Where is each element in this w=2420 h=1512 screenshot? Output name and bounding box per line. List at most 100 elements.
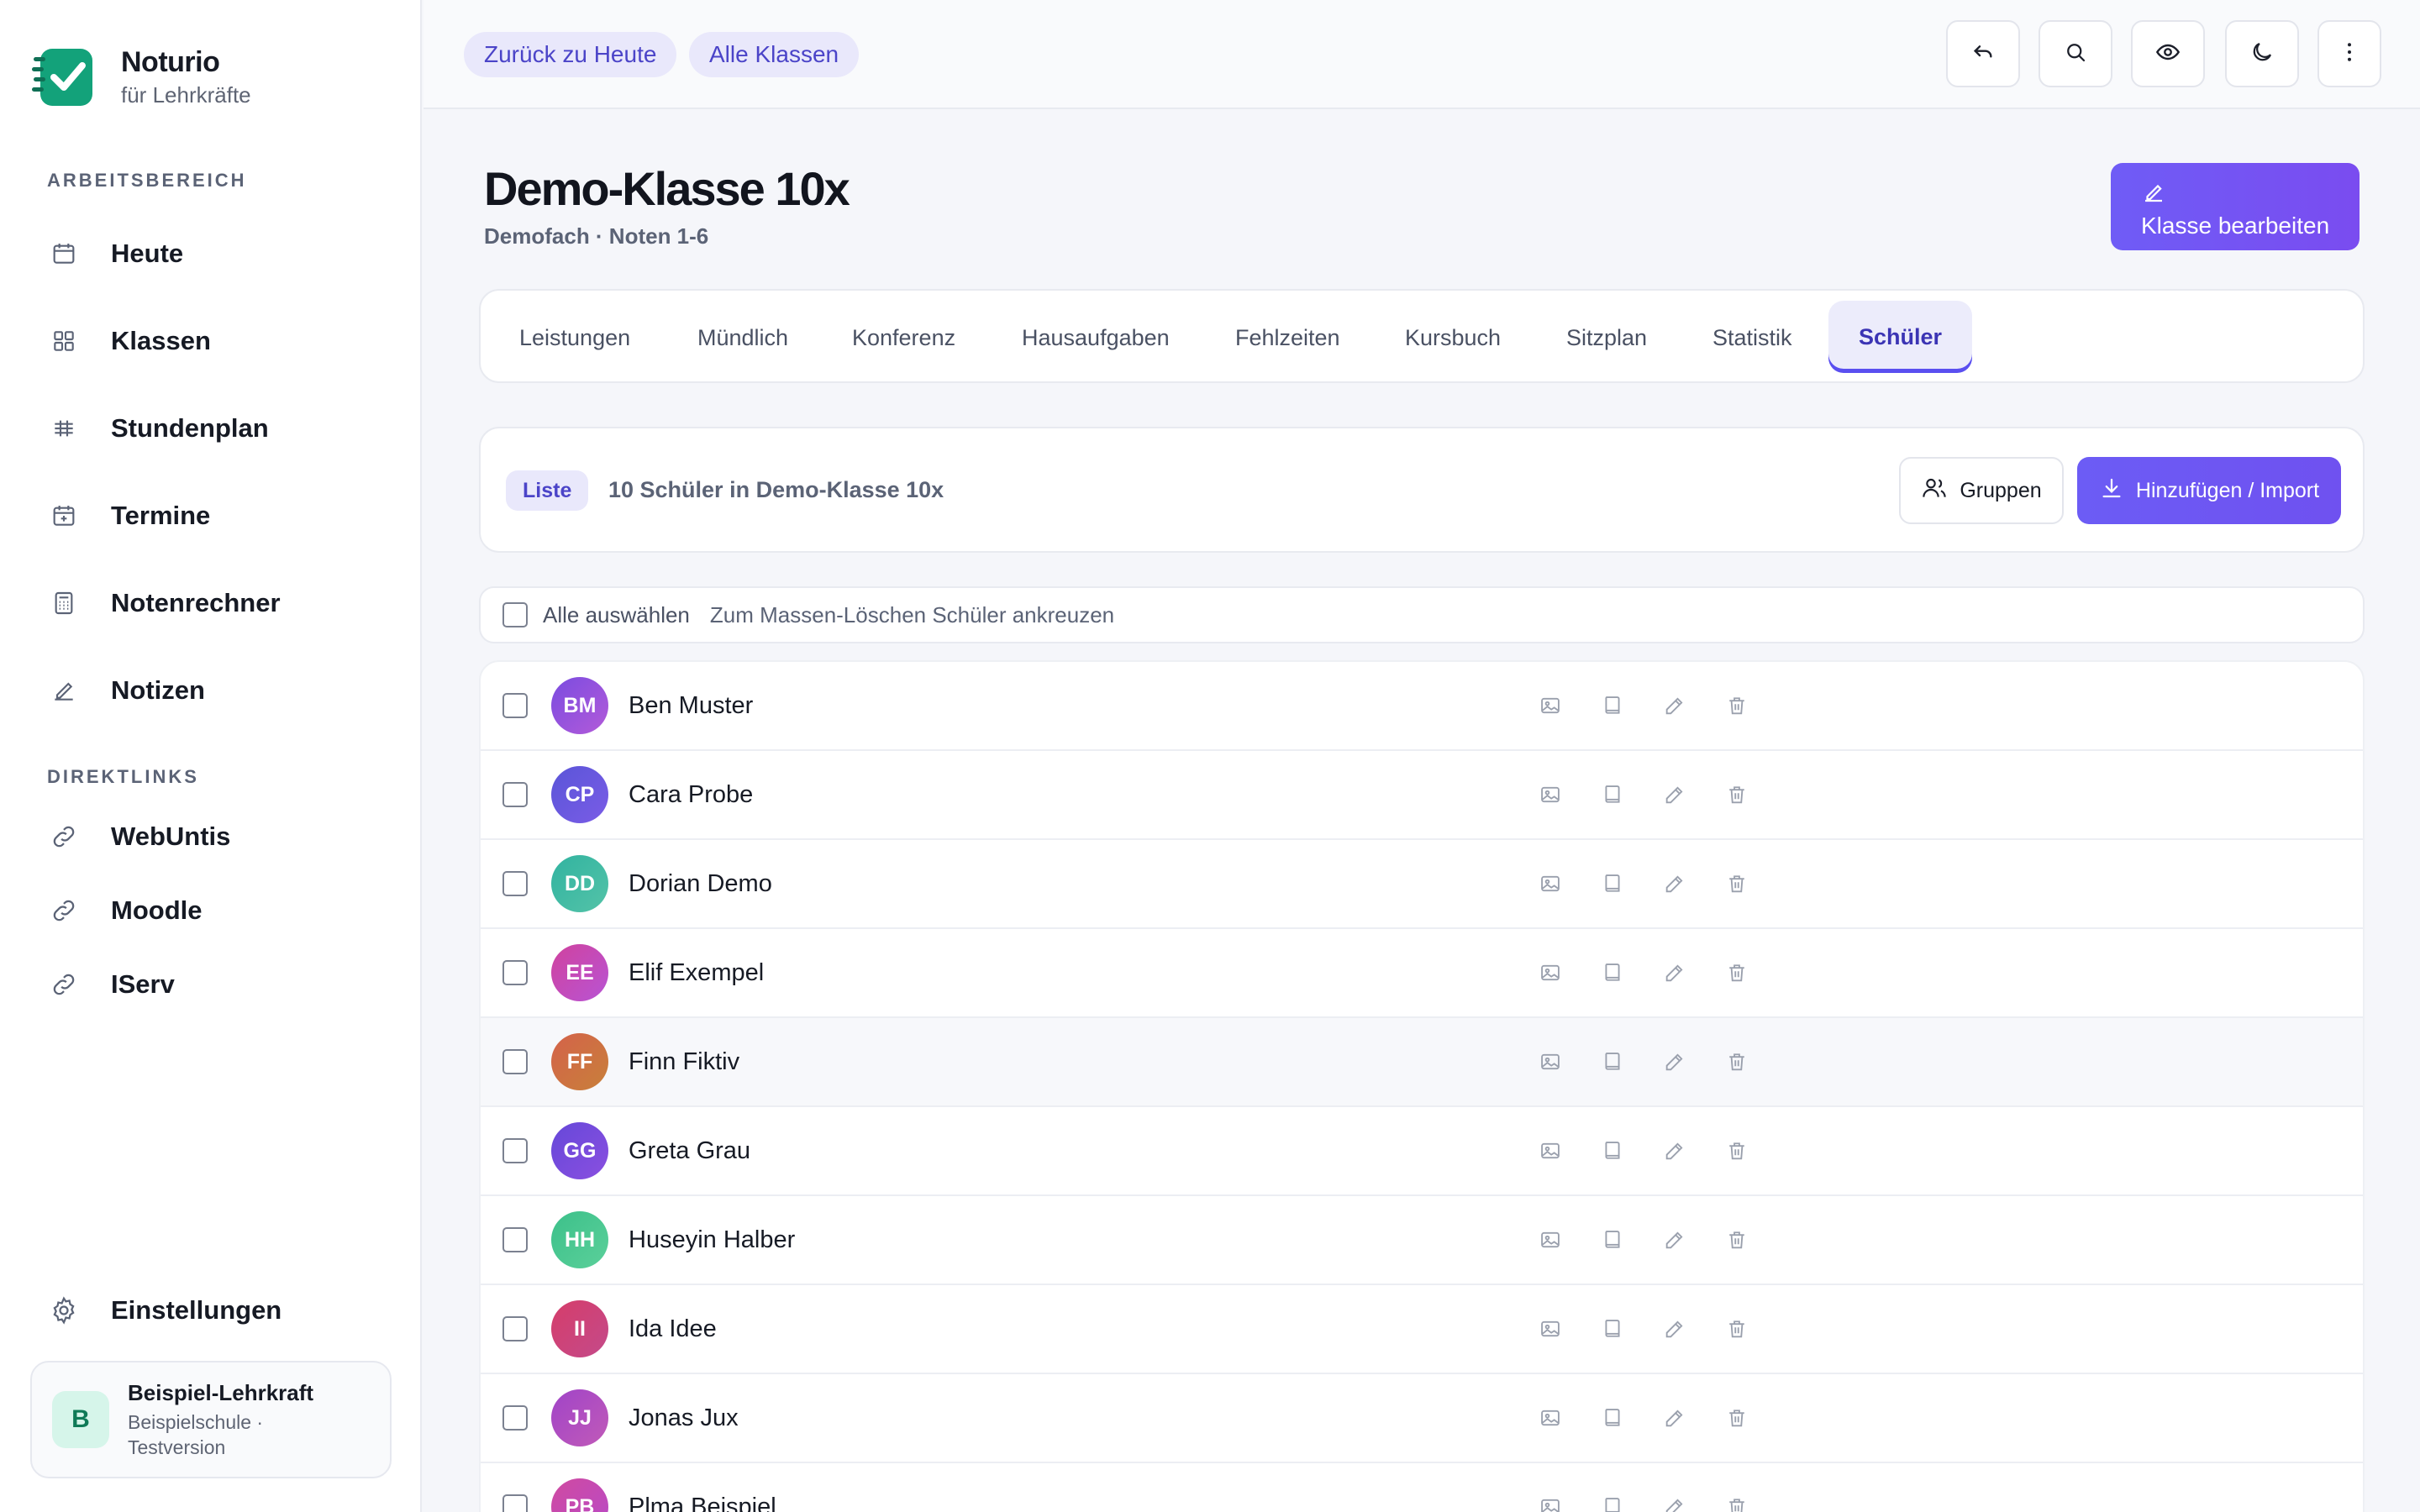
- edit-icon[interactable]: [1660, 1493, 1689, 1512]
- tab-hausaufgaben[interactable]: Hausaufgaben: [1022, 291, 1170, 385]
- book-icon[interactable]: [1598, 691, 1627, 720]
- tab-kursbuch[interactable]: Kursbuch: [1405, 291, 1501, 385]
- preview-button[interactable]: [2131, 20, 2205, 87]
- image-icon[interactable]: [1536, 869, 1565, 898]
- student-name[interactable]: Ben Muster: [629, 692, 753, 720]
- student-name[interactable]: Cara Probe: [629, 781, 753, 809]
- tab-muendlich[interactable]: Mündlich: [697, 291, 788, 385]
- back-to-today-button[interactable]: Zurück zu Heute: [464, 32, 677, 77]
- student-name[interactable]: Finn Fiktiv: [629, 1048, 739, 1076]
- dark-mode-button[interactable]: [2225, 20, 2299, 87]
- image-icon[interactable]: [1536, 1404, 1565, 1432]
- trash-icon[interactable]: [1723, 1047, 1751, 1076]
- book-icon[interactable]: [1598, 1137, 1627, 1165]
- undo-button[interactable]: [1946, 20, 2020, 87]
- tab-statistik[interactable]: Statistik: [1712, 291, 1792, 385]
- brand[interactable]: Noturio für Lehrkräfte: [30, 45, 251, 109]
- more-menu-button[interactable]: [2317, 20, 2381, 87]
- student-name[interactable]: Dorian Demo: [629, 870, 772, 898]
- student-name[interactable]: Ida Idee: [629, 1315, 717, 1343]
- tab-schueler[interactable]: Schüler: [1828, 301, 1973, 373]
- all-classes-button[interactable]: Alle Klassen: [689, 32, 860, 77]
- image-icon[interactable]: [1536, 1315, 1565, 1343]
- sidebar-item-heute[interactable]: Heute: [47, 228, 392, 279]
- trash-icon[interactable]: [1723, 1493, 1751, 1512]
- table-row[interactable]: FF Finn Fiktiv: [481, 1018, 2363, 1107]
- book-icon[interactable]: [1598, 1226, 1627, 1254]
- sidebar-item-stundenplan[interactable]: Stundenplan: [47, 403, 392, 454]
- trash-icon[interactable]: [1723, 1404, 1751, 1432]
- table-row[interactable]: BM Ben Muster: [481, 662, 2363, 751]
- image-icon[interactable]: [1536, 1047, 1565, 1076]
- sidebar-item-notenrechner[interactable]: Notenrechner: [47, 578, 392, 628]
- image-icon[interactable]: [1536, 958, 1565, 987]
- table-row[interactable]: HH Huseyin Halber: [481, 1196, 2363, 1285]
- sidebar-link-moodle[interactable]: Moodle: [47, 885, 392, 936]
- row-checkbox[interactable]: [502, 1494, 528, 1512]
- book-icon[interactable]: [1598, 1493, 1627, 1512]
- student-name[interactable]: Greta Grau: [629, 1137, 750, 1165]
- trash-icon[interactable]: [1723, 780, 1751, 809]
- image-icon[interactable]: [1536, 691, 1565, 720]
- trash-icon[interactable]: [1723, 1315, 1751, 1343]
- tab-fehlzeiten[interactable]: Fehlzeiten: [1235, 291, 1340, 385]
- table-row[interactable]: JJ Jonas Jux: [481, 1374, 2363, 1463]
- trash-icon[interactable]: [1723, 691, 1751, 720]
- table-row[interactable]: DD Dorian Demo: [481, 840, 2363, 929]
- edit-icon[interactable]: [1660, 780, 1689, 809]
- row-checkbox[interactable]: [502, 782, 528, 807]
- book-icon[interactable]: [1598, 958, 1627, 987]
- table-row[interactable]: EE Elif Exempel: [481, 929, 2363, 1018]
- edit-icon[interactable]: [1660, 1315, 1689, 1343]
- row-checkbox[interactable]: [502, 1049, 528, 1074]
- student-name[interactable]: Huseyin Halber: [629, 1226, 795, 1254]
- select-all-label[interactable]: Alle auswählen: [543, 602, 690, 628]
- edit-icon[interactable]: [1660, 1047, 1689, 1076]
- user-card[interactable]: B Beispiel-Lehrkraft Beispielschule · Te…: [30, 1361, 392, 1478]
- table-row[interactable]: II Ida Idee: [481, 1285, 2363, 1374]
- student-name[interactable]: Elif Exempel: [629, 959, 764, 987]
- sidebar-item-einstellungen[interactable]: Einstellungen: [47, 1285, 392, 1336]
- image-icon[interactable]: [1536, 1226, 1565, 1254]
- edit-icon[interactable]: [1660, 691, 1689, 720]
- student-name[interactable]: Jonas Jux: [629, 1404, 739, 1432]
- groups-button[interactable]: Gruppen: [1899, 457, 2064, 524]
- row-checkbox[interactable]: [502, 871, 528, 896]
- book-icon[interactable]: [1598, 780, 1627, 809]
- trash-icon[interactable]: [1723, 1226, 1751, 1254]
- book-icon[interactable]: [1598, 1047, 1627, 1076]
- row-checkbox[interactable]: [502, 1138, 528, 1163]
- row-checkbox[interactable]: [502, 1316, 528, 1341]
- tab-sitzplan[interactable]: Sitzplan: [1566, 291, 1647, 385]
- edit-icon[interactable]: [1660, 1404, 1689, 1432]
- row-checkbox[interactable]: [502, 1227, 528, 1252]
- sidebar-link-webuntis[interactable]: WebUntis: [47, 811, 392, 862]
- edit-icon[interactable]: [1660, 1226, 1689, 1254]
- edit-class-button[interactable]: Klasse bearbeiten: [2111, 163, 2360, 250]
- image-icon[interactable]: [1536, 1493, 1565, 1512]
- sidebar-item-termine[interactable]: Termine: [47, 491, 392, 541]
- table-row[interactable]: CP Cara Probe: [481, 751, 2363, 840]
- book-icon[interactable]: [1598, 1315, 1627, 1343]
- search-button[interactable]: [2039, 20, 2112, 87]
- sidebar-item-notizen[interactable]: Notizen: [47, 665, 392, 716]
- view-mode-badge[interactable]: Liste: [506, 470, 589, 511]
- tab-leistungen[interactable]: Leistungen: [519, 291, 630, 385]
- trash-icon[interactable]: [1723, 869, 1751, 898]
- table-row[interactable]: PB Plma Beispiel: [481, 1463, 2363, 1512]
- sidebar-item-klassen[interactable]: Klassen: [47, 316, 392, 366]
- image-icon[interactable]: [1536, 1137, 1565, 1165]
- book-icon[interactable]: [1598, 869, 1627, 898]
- row-checkbox[interactable]: [502, 1405, 528, 1431]
- row-checkbox[interactable]: [502, 960, 528, 985]
- add-import-button[interactable]: Hinzufügen / Import: [2077, 457, 2341, 524]
- trash-icon[interactable]: [1723, 1137, 1751, 1165]
- trash-icon[interactable]: [1723, 958, 1751, 987]
- edit-icon[interactable]: [1660, 958, 1689, 987]
- book-icon[interactable]: [1598, 1404, 1627, 1432]
- table-row[interactable]: GG Greta Grau: [481, 1107, 2363, 1196]
- row-checkbox[interactable]: [502, 693, 528, 718]
- sidebar-link-iserv[interactable]: IServ: [47, 959, 392, 1010]
- select-all-checkbox[interactable]: [502, 602, 528, 627]
- edit-icon[interactable]: [1660, 1137, 1689, 1165]
